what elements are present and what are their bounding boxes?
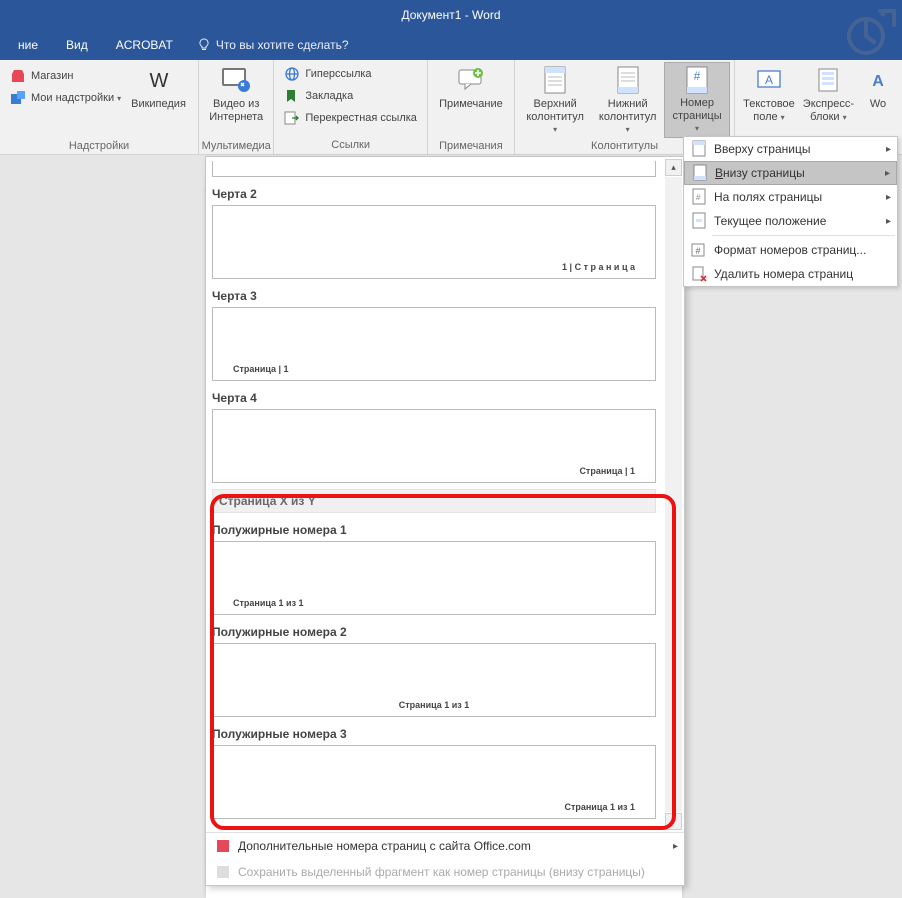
gallery-item-bold3[interactable]: Страница 1 из 1 — [212, 745, 656, 819]
gallery-save-selection: Сохранить выделенный фрагмент как номер … — [206, 859, 684, 885]
crossref-button[interactable]: Перекрестная ссылка — [280, 108, 421, 128]
hyperlink-button[interactable]: Гиперссылка — [280, 64, 421, 84]
gallery-section-header: Страница X из Y — [212, 489, 656, 513]
gallery-more-online[interactable]: Дополнительные номера страниц с сайта Of… — [206, 833, 684, 859]
gallery-item-label: Полужирные номера 3 — [212, 727, 656, 741]
gallery-item-label: Черта 3 — [212, 289, 656, 303]
page-number-icon: # — [681, 65, 713, 95]
link-icon — [284, 66, 300, 82]
ribbon-tabs: ние Вид ACROBAT Что вы хотите сделать? — [0, 30, 902, 60]
scroll-up-button[interactable]: ▴ — [665, 159, 682, 176]
format-icon: # — [690, 241, 708, 259]
menu-current-position[interactable]: Текущее положение▸ — [684, 209, 897, 233]
gallery-item-line3[interactable]: Страница | 1 — [212, 307, 656, 381]
quick-parts-button[interactable]: Экспресс- блоки ▾ — [799, 62, 858, 138]
lightbulb-icon — [197, 38, 211, 52]
gallery-item-line4[interactable]: Страница | 1 — [212, 409, 656, 483]
save-sel-icon — [214, 863, 232, 881]
wikipedia-icon: W — [143, 64, 175, 96]
menu-top-of-page[interactable]: Вверху страницы▸ — [684, 137, 897, 161]
menu-bottom-of-page[interactable]: Внизу страницы▸ — [684, 161, 897, 185]
menu-page-margins[interactable]: # На полях страницы▸ — [684, 185, 897, 209]
comment-button[interactable]: Примечание — [435, 62, 507, 138]
store-button[interactable]: Магазин — [6, 66, 125, 86]
scroll-down-button[interactable]: ▾ — [665, 813, 682, 830]
svg-text:W: W — [149, 70, 168, 91]
group-label-comments: Примечания — [428, 138, 514, 155]
group-label-addins: Надстройки — [0, 138, 198, 155]
page-margin-icon: # — [690, 188, 708, 206]
page-number-menu: Вверху страницы▸ Внизу страницы▸ # На по… — [683, 136, 898, 287]
video-icon — [220, 64, 252, 96]
group-label-media: Мультимедиа — [199, 138, 273, 155]
remove-icon — [690, 265, 708, 283]
page-top-icon — [690, 140, 708, 158]
quick-icon — [812, 64, 844, 96]
office-icon — [214, 837, 232, 855]
page-current-icon — [690, 212, 708, 230]
comment-icon — [455, 64, 487, 96]
svg-text:#: # — [694, 69, 701, 83]
gallery-item-bold1[interactable]: Страница 1 из 1 — [212, 541, 656, 615]
textbox-icon: A — [753, 64, 785, 96]
svg-text:A: A — [765, 73, 773, 87]
gallery-item-bold2[interactable]: Страница 1 из 1 — [212, 643, 656, 717]
wordart-button-partial[interactable]: A Wo — [858, 62, 898, 138]
tab-partial[interactable]: ние — [4, 30, 52, 60]
header-button[interactable]: Верхний колонтитул ▾ — [519, 62, 592, 138]
crossref-icon — [284, 110, 300, 126]
svg-text:#: # — [695, 246, 700, 256]
tell-me[interactable]: Что вы хотите сделать? — [197, 38, 349, 52]
header-icon — [539, 64, 571, 96]
menu-remove-page-numbers[interactable]: Удалить номера страниц — [684, 262, 897, 286]
tab-view[interactable]: Вид — [52, 30, 102, 60]
page-number-button[interactable]: # Номер страницы ▾ — [664, 62, 730, 138]
gallery-item-partial[interactable] — [212, 161, 656, 177]
gallery-item-line2[interactable]: 1 | С т р а н и ц а — [212, 205, 656, 279]
gallery-item-label: Полужирные номера 1 — [212, 523, 656, 537]
footer-button[interactable]: Нижний колонтитул ▾ — [591, 62, 664, 138]
menu-format-page-numbers[interactable]: # Формат номеров страниц... — [684, 238, 897, 262]
store-icon — [10, 68, 26, 84]
chevron-right-icon: ▸ — [886, 192, 891, 203]
group-label-links: Ссылки — [274, 137, 427, 154]
wikipedia-button[interactable]: W Википедия — [127, 62, 190, 138]
wordart-icon: A — [862, 64, 894, 96]
chevron-right-icon: ▸ — [886, 216, 891, 227]
chevron-right-icon: ▸ — [885, 168, 890, 179]
chevron-right-icon: ▸ — [886, 144, 891, 155]
bookmark-icon — [284, 88, 300, 104]
window-title: Документ1 - Word — [401, 8, 500, 22]
footer-icon — [612, 64, 644, 96]
gallery-item-label: Черта 2 — [212, 187, 656, 201]
addins-icon — [10, 90, 26, 106]
online-video-button[interactable]: Видео из Интернета — [205, 62, 267, 138]
title-bar: Документ1 - Word — [0, 0, 902, 30]
page-number-gallery: ▴ ▾ Черта 2 1 | С т р а н и ц а Черта 3 … — [205, 156, 685, 886]
chevron-right-icon: ▸ — [673, 841, 678, 852]
page-bottom-icon — [691, 164, 709, 182]
scrollbar-track[interactable] — [665, 177, 682, 812]
svg-text:A: A — [872, 73, 884, 90]
textbox-button[interactable]: A Текстовое поле ▾ — [739, 62, 799, 138]
gallery-item-label: Полужирные номера 2 — [212, 625, 656, 639]
bookmark-button[interactable]: Закладка — [280, 86, 421, 106]
my-addins-button[interactable]: Мои надстройки▾ — [6, 88, 125, 108]
gallery-item-label: Черта 4 — [212, 391, 656, 405]
tab-acrobat[interactable]: ACROBAT — [102, 30, 187, 60]
svg-text:#: # — [696, 193, 701, 202]
